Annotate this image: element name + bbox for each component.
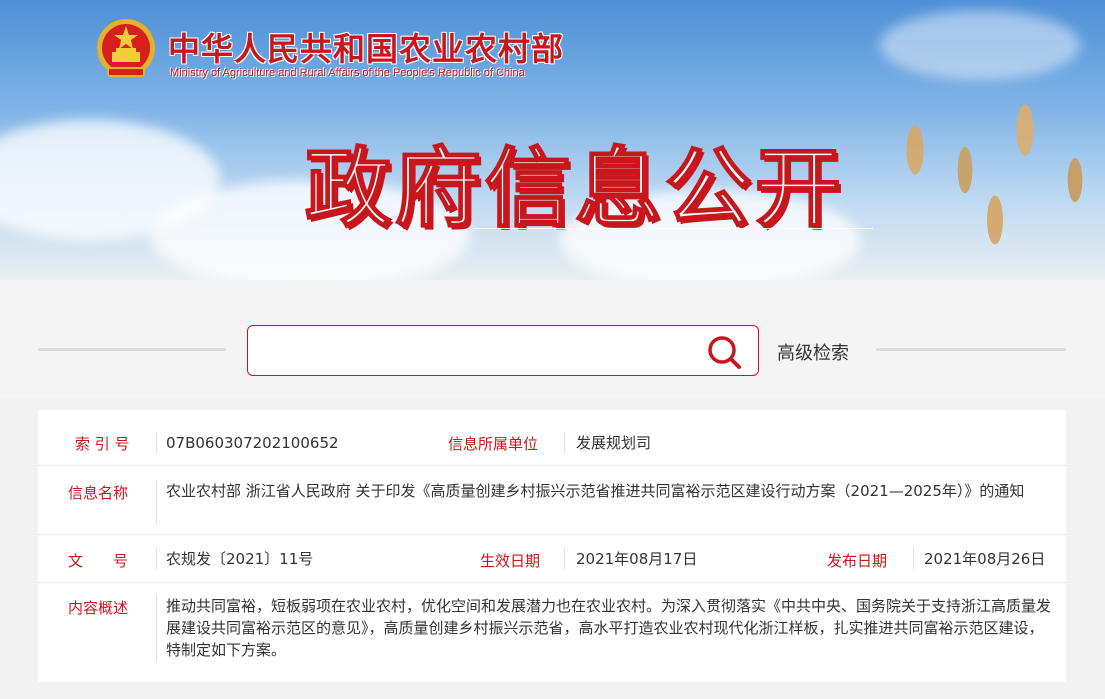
search-section: 高级检索 [0, 280, 1105, 398]
search-input[interactable] [258, 334, 688, 368]
table-row: 信息名称 农业农村部 浙江省人民政府 关于印发《高质量创建乡村振兴示范省推进共同… [38, 466, 1066, 535]
column-divider [564, 432, 565, 454]
doc-number-label: 文 号 [68, 552, 129, 570]
column-divider [156, 432, 157, 454]
advanced-search-link[interactable]: 高级检索 [777, 339, 849, 365]
site-subtitle: Ministry of Agriculture and Rural Affair… [170, 67, 525, 79]
index-label: 索 引 号 [75, 435, 130, 453]
table-row: 内容概述 推动共同富裕，短板弱项在农业农村，优化空间和发展潜力也在农业农村。为深… [38, 583, 1066, 682]
header-banner: 中华人民共和国农业农村部 Ministry of Agriculture and… [0, 0, 1105, 280]
name-value: 农业农村部 浙江省人民政府 关于印发《高质量创建乡村振兴示范省推进共同富裕示范区… [166, 482, 1025, 500]
effective-date-value: 2021年08月17日 [576, 550, 698, 568]
national-emblem-icon [97, 19, 155, 77]
column-divider [156, 548, 157, 570]
doc-number-value: 农规发〔2021〕11号 [166, 550, 314, 568]
name-label: 信息名称 [68, 484, 129, 502]
column-divider [156, 595, 157, 661]
banner-divider [473, 228, 873, 229]
table-row: 文 号 农规发〔2021〕11号 生效日期 2021年08月17日 发布日期 2… [38, 535, 1066, 583]
index-value: 07B060307202100652 [166, 434, 339, 452]
search-box [247, 325, 759, 376]
column-divider [156, 480, 157, 524]
table-row: 索 引 号 07B060307202100652 信息所属单位 发展规划司 [38, 410, 1066, 466]
column-divider [913, 548, 914, 570]
info-table: 索 引 号 07B060307202100652 信息所属单位 发展规划司 信息… [38, 410, 1066, 682]
summary-value: 推动共同富裕，短板弱项在农业农村，优化空间和发展潜力也在农业农村。为深入贯彻落实… [166, 597, 1052, 659]
search-divider-left [38, 348, 226, 351]
unit-label: 信息所属单位 [448, 435, 539, 453]
site-title[interactable]: 中华人民共和国农业农村部 [168, 24, 564, 70]
banner-heading: 政府信息公开 [304, 138, 845, 240]
column-divider [564, 548, 565, 570]
unit-value: 发展规划司 [576, 434, 652, 452]
wheat-decoration [875, 90, 1105, 280]
search-icon[interactable] [706, 334, 742, 370]
summary-label: 内容概述 [68, 599, 129, 617]
publish-date-label: 发布日期 [827, 552, 888, 570]
cloud-decoration [880, 10, 1080, 80]
effective-date-label: 生效日期 [480, 552, 541, 570]
publish-date-value: 2021年08月26日 [924, 550, 1046, 568]
search-divider-right [876, 348, 1066, 351]
